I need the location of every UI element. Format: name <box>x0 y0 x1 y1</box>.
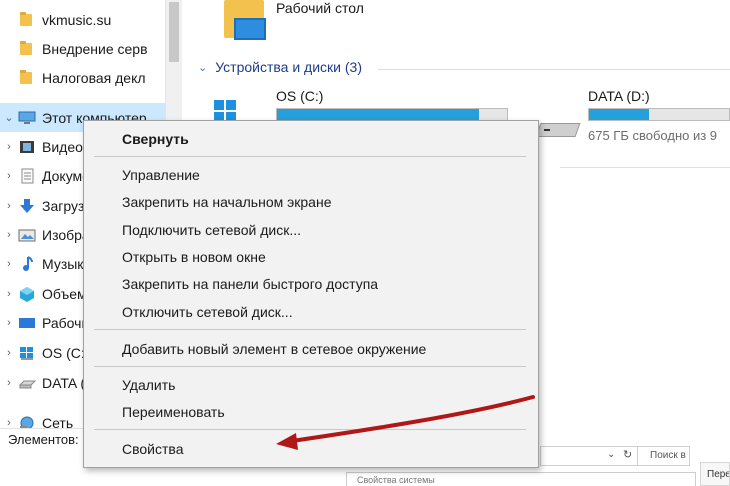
section-divider <box>378 69 730 70</box>
section-title: Устройства и диски (3) <box>215 59 362 75</box>
chevron-down-icon: ⌄ <box>607 449 616 460</box>
nav-item-folder-2[interactable]: Внедрение серв <box>0 34 165 63</box>
panel-divider <box>560 167 730 168</box>
chevron-right-icon[interactable]: › <box>0 377 18 389</box>
background-window-title: Свойства системы <box>346 472 696 486</box>
scrollbar-thumb[interactable] <box>169 2 179 62</box>
windows-logo-icon <box>214 100 236 122</box>
menu-item-properties[interactable]: Свойства <box>122 441 183 457</box>
menu-item-map-drive[interactable]: Подключить сетевой диск... <box>122 222 301 238</box>
music-icon <box>18 255 36 272</box>
desktop-folder-label[interactable]: Рабочий стол <box>276 0 364 16</box>
menu-separator <box>94 329 526 330</box>
chevron-right-icon[interactable]: › <box>0 317 18 329</box>
video-icon <box>18 139 36 155</box>
menu-item-disconnect-drive[interactable]: Отключить сетевой диск... <box>122 304 293 320</box>
chevron-right-icon[interactable]: › <box>0 288 18 300</box>
folder-icon <box>18 11 36 28</box>
chevron-right-icon[interactable]: › <box>0 258 18 270</box>
3d-objects-icon <box>18 286 36 302</box>
hard-drive-icon <box>535 117 581 139</box>
menu-item-open-new-window[interactable]: Открыть в новом окне <box>122 249 266 265</box>
data-drive-icon <box>18 375 37 391</box>
drive-c-usage-fill <box>277 109 480 120</box>
menu-separator <box>94 429 526 430</box>
drive-d-free-space: 675 ГБ свободно из 9 <box>588 128 718 143</box>
chevron-right-icon[interactable]: › <box>0 417 18 429</box>
menu-separator <box>94 156 526 157</box>
nav-item-label: Внедрение серв <box>42 40 148 57</box>
background-search-box: Поиск в <box>637 447 691 465</box>
drive-d-usage-bar <box>588 108 730 121</box>
drive-c-name[interactable]: OS (C:) <box>276 88 323 104</box>
menu-item-delete[interactable]: Удалить <box>122 377 175 393</box>
chevron-down-icon: ⌄ <box>198 61 208 74</box>
nav-item-folder-3[interactable]: Налоговая декл <box>0 63 165 92</box>
folder-icon <box>18 69 36 86</box>
chevron-right-icon[interactable]: › <box>0 229 18 241</box>
nav-item-label: Видео <box>42 138 83 155</box>
downloads-icon <box>18 198 36 214</box>
menu-separator <box>94 366 526 367</box>
menu-item-pin-quick-access[interactable]: Закрепить на панели быстрого доступа <box>122 276 378 292</box>
menu-item-add-network-location[interactable]: Добавить новый элемент в сетевое окружен… <box>122 341 426 357</box>
devices-section-header[interactable]: ⌄ Устройства и диски (3) <box>198 59 362 75</box>
refresh-icon: ↻ <box>623 449 633 461</box>
menu-item-collapse[interactable]: Свернуть <box>122 131 189 147</box>
desktop-folder-icon[interactable] <box>224 0 266 42</box>
context-menu: Свернуть Управление Закрепить на начальн… <box>83 120 539 468</box>
drive-d-name[interactable]: DATA (D:) <box>588 88 650 104</box>
menu-item-pin-start[interactable]: Закрепить на начальном экране <box>122 194 332 210</box>
nav-item-vkmusic[interactable]: vkmusic.su <box>0 5 165 34</box>
chevron-down-icon[interactable]: ⌄ <box>0 111 18 124</box>
chevron-right-icon[interactable]: › <box>0 347 18 359</box>
os-drive-icon <box>18 345 36 361</box>
menu-item-manage[interactable]: Управление <box>122 167 200 183</box>
folder-icon <box>18 40 36 57</box>
pictures-icon <box>18 227 36 243</box>
documents-icon <box>18 168 36 184</box>
nav-item-label: Налоговая декл <box>42 69 146 86</box>
chevron-right-icon[interactable]: › <box>0 141 18 153</box>
nav-item-label: vkmusic.su <box>42 11 112 28</box>
drive-d-usage-fill <box>589 109 650 120</box>
chevron-right-icon[interactable]: › <box>0 170 18 182</box>
desktop-icon <box>18 315 36 331</box>
background-address-bar: ⌄ ↻ Поиск в <box>540 446 690 466</box>
computer-icon <box>18 110 36 126</box>
menu-item-rename[interactable]: Переименовать <box>122 404 225 420</box>
background-window-label: Пере <box>700 462 730 486</box>
chevron-right-icon[interactable]: › <box>0 200 18 212</box>
